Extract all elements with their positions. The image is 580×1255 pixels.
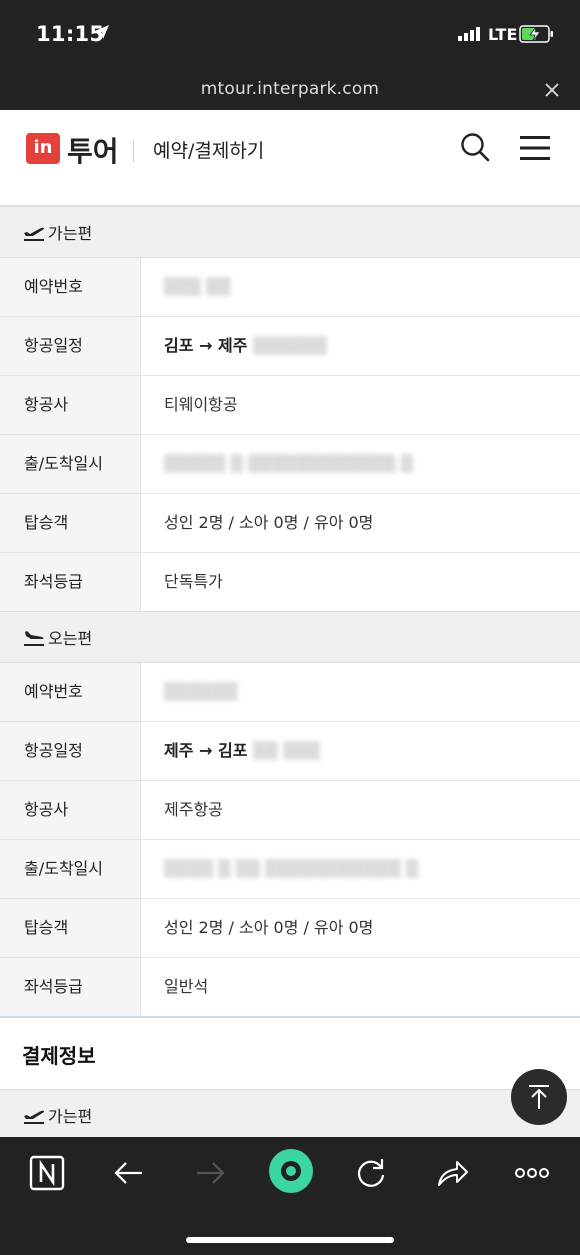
row-label: 좌석등급 bbox=[0, 553, 141, 611]
row-value: 티웨이항공 bbox=[164, 395, 238, 414]
row-value: ▒▒▒ ▒▒ bbox=[141, 258, 580, 316]
home-indicator[interactable] bbox=[186, 1237, 394, 1243]
site-header: in 투어 예약/결제하기 bbox=[0, 110, 580, 206]
outbound-flight-table: 가는편 예약번호 ▒▒▒ ▒▒ 항공일정 김포 → 제주 ▒▒▒▒▒▒ 항공사 … bbox=[0, 206, 580, 612]
table-row: 출/도착일시 ▒▒▒▒▒ ▒ ▒▒▒▒▒▒▒▒▒▒▒▒ ▒ bbox=[0, 435, 580, 494]
row-value: ▒▒▒▒ ▒ ▒▒ ▒▒▒▒▒▒▒▒▒▒▒ ▒ bbox=[141, 840, 580, 898]
row-value: 김포 → 제주 ▒▒▒▒▒▒ bbox=[141, 317, 580, 375]
row-value: 일반석 bbox=[164, 977, 209, 996]
table-row: 항공사 제주항공 bbox=[0, 781, 580, 840]
payment-section-label: 가는편 bbox=[48, 1107, 93, 1126]
table-row: 예약번호 ▒▒▒ ▒▒ bbox=[0, 258, 580, 317]
table-row: 좌석등급 단독특가 bbox=[0, 553, 580, 612]
naver-icon[interactable] bbox=[22, 1151, 72, 1195]
row-label: 예약번호 bbox=[0, 663, 141, 721]
outbound-section-header: 가는편 bbox=[0, 206, 580, 258]
inbound-section-header: 오는편 bbox=[0, 611, 580, 663]
table-row: 좌석등급 일반석 bbox=[0, 958, 580, 1017]
inbound-flight-table: 오는편 예약번호 ▒▒▒▒▒▒ 항공일정 제주 → 김포 ▒▒ ▒▒▒ 항공사 … bbox=[0, 611, 580, 1017]
more-icon[interactable] bbox=[507, 1151, 557, 1195]
battery-icon bbox=[519, 25, 553, 43]
address-bar[interactable]: mtour.interpark.com bbox=[0, 70, 580, 110]
redacted-value: ▒▒▒▒▒▒ bbox=[253, 336, 327, 355]
row-value: ▒▒▒▒▒▒ bbox=[141, 663, 580, 721]
logo-text[interactable]: 투어 bbox=[67, 130, 119, 170]
payment-info-header: 결제정보 bbox=[0, 1016, 580, 1090]
table-row: 출/도착일시 ▒▒▒▒ ▒ ▒▒ ▒▒▒▒▒▒▒▒▒▒▒ ▒ bbox=[0, 840, 580, 899]
redacted-value: ▒▒▒▒▒ ▒ ▒▒▒▒▒▒▒▒▒▒▒▒ ▒ bbox=[164, 454, 414, 473]
row-value: ▒▒▒▒▒ ▒ ▒▒▒▒▒▒▒▒▒▒▒▒ ▒ bbox=[141, 435, 580, 493]
hamburger-menu-icon[interactable] bbox=[520, 135, 550, 161]
plane-takeoff-icon bbox=[24, 1110, 44, 1124]
logo-badge[interactable]: in bbox=[26, 133, 60, 164]
table-row: 탑승객 성인 2명 / 소아 0명 / 유아 0명 bbox=[0, 899, 580, 958]
search-icon[interactable] bbox=[460, 132, 490, 162]
row-label: 예약번호 bbox=[0, 258, 141, 316]
row-value: 제주항공 bbox=[164, 800, 223, 819]
plane-takeoff-icon bbox=[24, 227, 44, 241]
green-dot-icon[interactable] bbox=[265, 1145, 317, 1197]
row-label: 항공일정 bbox=[0, 722, 141, 780]
route-text: 김포 → 제주 bbox=[164, 336, 248, 355]
row-label: 탑승객 bbox=[0, 494, 141, 552]
row-label: 출/도착일시 bbox=[0, 840, 141, 898]
payment-outbound-table: 가는편 bbox=[0, 1089, 580, 1141]
outbound-section-label: 가는편 bbox=[48, 224, 93, 243]
location-arrow-icon bbox=[95, 25, 109, 39]
route-text: 제주 → 김포 bbox=[164, 741, 248, 760]
table-row: 항공일정 제주 → 김포 ▒▒ ▒▒▒ bbox=[0, 722, 580, 781]
url-text: mtour.interpark.com bbox=[200, 79, 380, 99]
table-row: 탑승객 성인 2명 / 소아 0명 / 유아 0명 bbox=[0, 494, 580, 553]
forward-arrow-icon[interactable] bbox=[185, 1151, 235, 1195]
scroll-top-icon bbox=[529, 1085, 549, 1109]
row-value: 성인 2명 / 소아 0명 / 유아 0명 bbox=[164, 918, 374, 937]
reload-icon[interactable] bbox=[346, 1151, 396, 1195]
page-title: 예약/결제하기 bbox=[153, 140, 265, 162]
close-icon[interactable] bbox=[542, 80, 562, 100]
table-row: 항공일정 김포 → 제주 ▒▒▒▒▒▒ bbox=[0, 317, 580, 376]
share-icon[interactable] bbox=[427, 1151, 477, 1195]
inbound-section-label: 오는편 bbox=[48, 629, 93, 648]
back-arrow-icon[interactable] bbox=[104, 1151, 154, 1195]
row-label: 항공일정 bbox=[0, 317, 141, 375]
scroll-top-button[interactable] bbox=[511, 1069, 567, 1125]
redacted-value: ▒▒▒ ▒▒ bbox=[164, 277, 231, 296]
payment-outbound-section-header: 가는편 bbox=[0, 1089, 580, 1141]
signal-icon bbox=[458, 27, 480, 41]
redacted-value: ▒▒▒▒ ▒ ▒▒ ▒▒▒▒▒▒▒▒▒▒▒ ▒ bbox=[164, 859, 419, 878]
redacted-value: ▒▒ ▒▒▒ bbox=[253, 741, 321, 760]
payment-info-title: 결제정보 bbox=[22, 1044, 96, 1068]
row-label: 항공사 bbox=[0, 781, 141, 839]
table-row: 항공사 티웨이항공 bbox=[0, 376, 580, 435]
status-bar: 11:15 LTE bbox=[0, 0, 580, 70]
row-label: 항공사 bbox=[0, 376, 141, 434]
row-label: 좌석등급 bbox=[0, 958, 141, 1016]
header-divider bbox=[133, 140, 134, 162]
row-value: 단독특가 bbox=[164, 572, 223, 591]
table-row: 예약번호 ▒▒▒▒▒▒ bbox=[0, 663, 580, 722]
row-value: 성인 2명 / 소아 0명 / 유아 0명 bbox=[164, 513, 374, 532]
row-label: 출/도착일시 bbox=[0, 435, 141, 493]
row-value: 제주 → 김포 ▒▒ ▒▒▒ bbox=[141, 722, 580, 780]
row-label: 탑승객 bbox=[0, 899, 141, 957]
plane-landing-icon bbox=[24, 631, 44, 646]
network-type: LTE bbox=[488, 25, 518, 44]
redacted-value: ▒▒▒▒▒▒ bbox=[164, 682, 238, 701]
